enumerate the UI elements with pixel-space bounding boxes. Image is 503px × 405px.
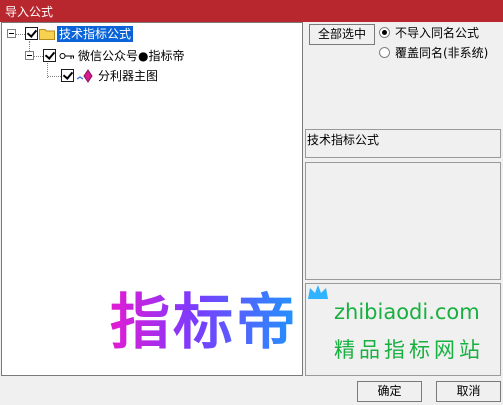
tree-connector [16,34,25,36]
crown-icon [308,285,328,299]
cancel-button[interactable]: 取消 [436,381,501,402]
collapse-child-icon[interactable] [25,51,34,60]
option-skip-duplicates-label: 不导入同名公式 [395,26,480,40]
tree-connector [34,56,43,58]
description-panel [305,162,501,280]
watermark-url: zhibiaodi.com [334,300,480,324]
tree-node-root[interactable]: 技术指标公式 [2,25,302,43]
child-checkbox[interactable] [43,49,56,62]
watermark-brand: 指标帝 [110,288,299,358]
leaf-label[interactable]: 分利器主图 [98,68,158,84]
tree-connector [48,76,61,78]
option-overwrite-label: 覆盖同名(非系统) [395,46,489,60]
watermark-slogan: 精品指标网站 [334,338,484,362]
radio-skip-duplicates[interactable] [379,27,390,38]
child-label[interactable]: 微信公众号●指标帝 [78,48,184,64]
radio-overwrite[interactable] [379,47,390,58]
formula-gem-icon [76,69,93,83]
formula-type-label: 技术指标公式 [307,133,380,147]
folder-icon [39,29,55,40]
root-label[interactable]: 技术指标公式 [57,26,134,42]
ok-button[interactable]: 确定 [357,381,422,402]
key-icon [59,53,74,59]
formula-type-box: 技术指标公式 [305,129,501,158]
tree-node-leaf[interactable]: 分利器主图 [2,67,302,85]
root-checkbox[interactable] [25,27,38,40]
collapse-root-icon[interactable] [7,29,16,38]
title-bar: 导入公式 [0,0,503,22]
window-title: 导入公式 [5,5,54,19]
leaf-checkbox[interactable] [61,69,74,82]
select-all-button[interactable]: 全部选中 [309,24,375,45]
